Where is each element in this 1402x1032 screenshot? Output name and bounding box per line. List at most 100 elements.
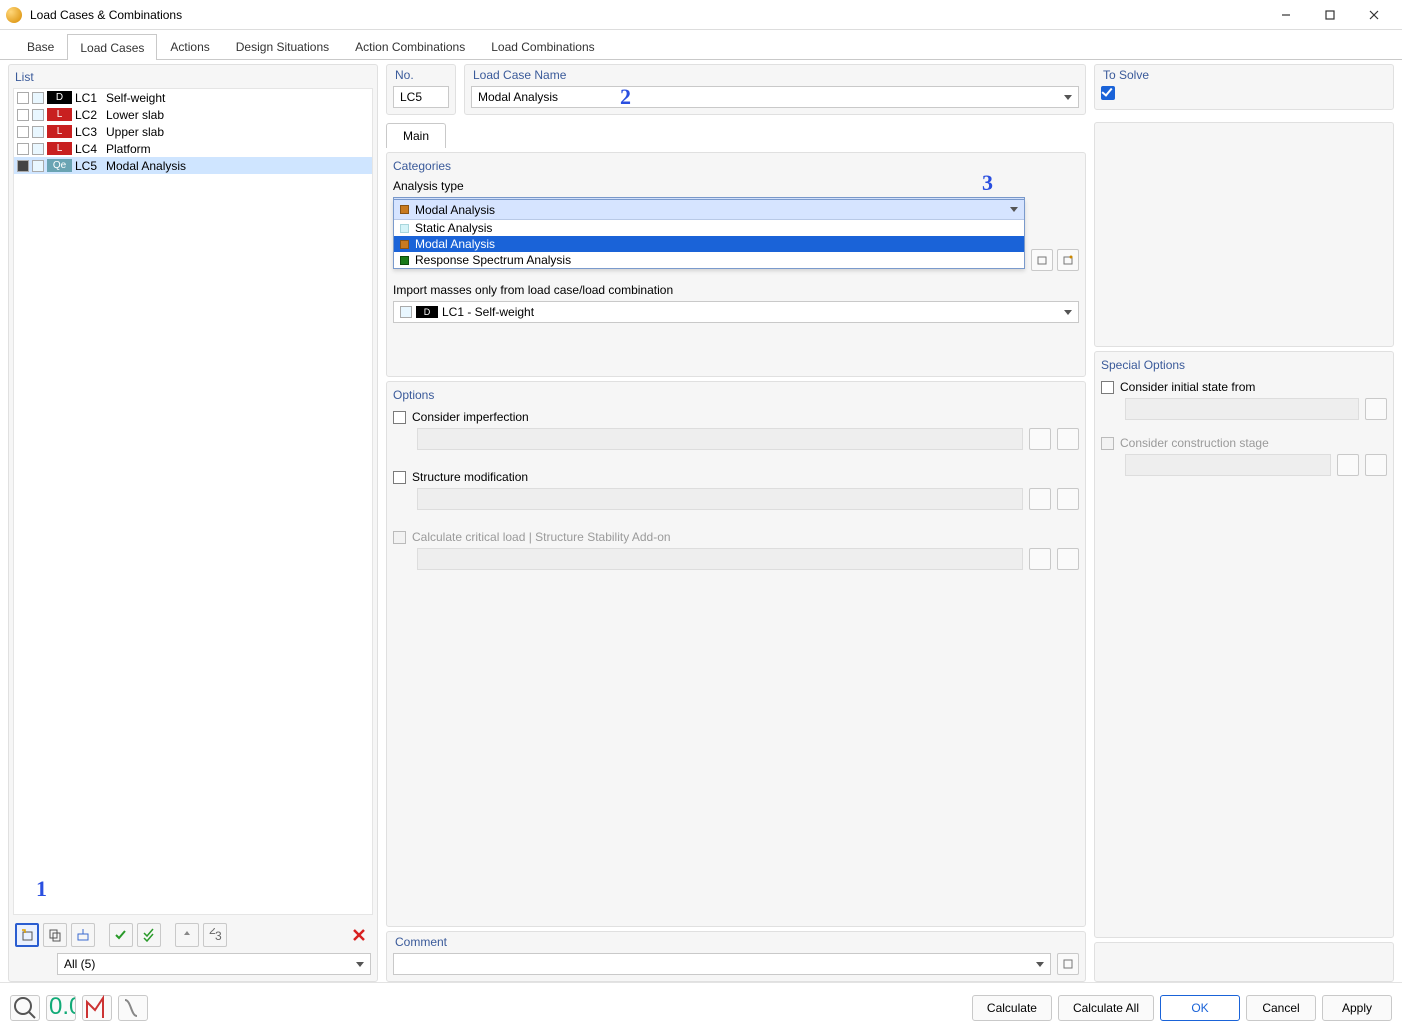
new-icon (1057, 548, 1079, 570)
check-all-button[interactable] (109, 923, 133, 947)
renumber-button[interactable]: 23 (203, 923, 227, 947)
tab-base[interactable]: Base (14, 33, 67, 59)
script-button[interactable] (118, 995, 148, 1021)
category-tag: Qe (47, 159, 72, 172)
lc-name: Lower slab (106, 108, 164, 122)
initial-state-select[interactable] (1125, 398, 1359, 420)
analysis-type-label: Analysis type (393, 179, 1079, 193)
edit-icon[interactable] (1029, 488, 1051, 510)
color-swatch (32, 126, 44, 138)
units-button[interactable]: 0.00 (46, 995, 76, 1021)
svg-text:3: 3 (215, 929, 222, 942)
comment-panel: Comment (386, 931, 1086, 982)
analysis-type-select-header[interactable]: Modal Analysis (394, 200, 1024, 220)
search-tool-button[interactable] (10, 995, 40, 1021)
analysis-type-option[interactable]: Response Spectrum Analysis (394, 252, 1024, 268)
calculate-button[interactable]: Calculate (972, 995, 1052, 1021)
opt3-label: Calculate critical load | Structure Stab… (412, 530, 671, 544)
list-item[interactable]: D LC1 Self-weight (14, 89, 372, 106)
minimize-button[interactable] (1264, 0, 1308, 30)
structure-mod-select[interactable] (417, 488, 1023, 510)
edit-icon[interactable] (1365, 398, 1387, 420)
main-subtab[interactable]: Main (386, 123, 446, 148)
list-item[interactable]: L LC4 Platform (14, 140, 372, 157)
analysis-type-option[interactable]: Modal Analysis (394, 236, 1024, 252)
name-field-wrap: Load Case Name Modal Analysis (464, 64, 1086, 115)
initial-state-checkbox[interactable] (1101, 381, 1114, 394)
special-options-title: Special Options (1101, 358, 1387, 372)
name-input[interactable]: Modal Analysis (471, 86, 1079, 108)
comment-pick-button[interactable] (1057, 953, 1079, 975)
calculate-all-button[interactable]: Calculate All (1058, 995, 1154, 1021)
load-case-list[interactable]: D LC1 Self-weight L LC2 Lower slab L LC3… (13, 88, 373, 915)
opt2-label: Structure modification (412, 470, 528, 484)
tab-actions[interactable]: Actions (157, 33, 222, 59)
comment-title: Comment (393, 934, 1079, 953)
right-placeholder-2 (1094, 942, 1394, 982)
apply-button[interactable]: Apply (1322, 995, 1392, 1021)
tab-load-combinations[interactable]: Load Combinations (478, 33, 607, 59)
delete-button[interactable] (347, 923, 371, 947)
chevron-down-icon (1064, 310, 1072, 315)
categories-panel: Categories Analysis type Modal Analysis … (386, 152, 1086, 377)
preset-new-button[interactable] (1031, 249, 1053, 271)
no-field-wrap: No. LC5 (386, 64, 456, 115)
show-graphics-button[interactable] (82, 995, 112, 1021)
chevron-down-icon (1036, 962, 1044, 967)
edit-icon[interactable] (1029, 428, 1051, 450)
to-solve-checkbox[interactable] (1101, 86, 1115, 100)
category-tag: D (47, 91, 72, 104)
list-item[interactable]: L LC3 Upper slab (14, 123, 372, 140)
color-swatch (32, 143, 44, 155)
color-swatch (32, 109, 44, 121)
structure-modification-checkbox[interactable] (393, 471, 406, 484)
right-placeholder-1 (1094, 122, 1394, 347)
close-button[interactable] (1352, 0, 1396, 30)
options-panel: Options Consider imperfection Structure … (386, 381, 1086, 927)
uncheck-all-button[interactable] (137, 923, 161, 947)
color-swatch (32, 92, 44, 104)
imperfection-select[interactable] (417, 428, 1023, 450)
tab-design-situations[interactable]: Design Situations (223, 33, 342, 59)
category-tag: L (47, 142, 72, 155)
comment-input[interactable] (393, 953, 1051, 975)
analysis-type-dropdown-open: Modal AnalysisStatic AnalysisModal Analy… (393, 199, 1025, 269)
preset-edit-button[interactable] (1057, 249, 1079, 271)
list-item[interactable]: L LC2 Lower slab (14, 106, 372, 123)
category-tag: L (47, 108, 72, 121)
tab-load-cases[interactable]: Load Cases (67, 34, 157, 60)
opt1-label: Consider imperfection (412, 410, 529, 424)
no-input[interactable]: LC5 (393, 86, 449, 108)
maximize-button[interactable] (1308, 0, 1352, 30)
list-filter-select[interactable]: All (5) (57, 953, 371, 975)
chevron-down-icon (1064, 95, 1072, 100)
import-masses-select[interactable]: D LC1 - Self-weight (393, 301, 1079, 323)
solve-swatch (17, 143, 29, 155)
to-solve-label: To Solve (1101, 67, 1387, 86)
consider-imperfection-checkbox[interactable] (393, 411, 406, 424)
analysis-type-option[interactable]: Static Analysis (394, 220, 1024, 236)
lc-name: Self-weight (106, 91, 165, 105)
ok-button[interactable]: OK (1160, 995, 1240, 1021)
edit-icon (1337, 454, 1359, 476)
list-item[interactable]: Qe LC5 Modal Analysis (14, 157, 372, 174)
copy-button[interactable] (43, 923, 67, 947)
tab-action-combinations[interactable]: Action Combinations (342, 33, 478, 59)
bottom-bar: 0.00 Calculate Calculate All OK Cancel A… (0, 982, 1402, 1032)
chevron-down-icon (356, 962, 364, 967)
svg-text:0.00: 0.00 (49, 994, 75, 1020)
category-tag: L (47, 125, 72, 138)
new-icon[interactable] (1057, 488, 1079, 510)
move-up-button[interactable] (175, 923, 199, 947)
lc-name: Platform (106, 142, 151, 156)
cancel-button[interactable]: Cancel (1246, 995, 1316, 1021)
new-load-case-button[interactable] (15, 923, 39, 947)
list-header: List (13, 69, 373, 88)
edit-icon (1029, 548, 1051, 570)
assign-button[interactable] (71, 923, 95, 947)
left-panel: List D LC1 Self-weight L LC2 Lower slab … (8, 64, 378, 982)
app-icon (6, 7, 22, 23)
so2-label: Consider construction stage (1120, 436, 1269, 450)
tabstrip: Base Load Cases Actions Design Situation… (0, 30, 1402, 60)
new-icon[interactable] (1057, 428, 1079, 450)
